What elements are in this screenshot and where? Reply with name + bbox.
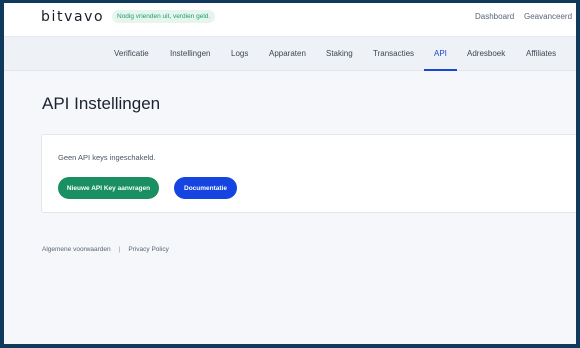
documentation-button[interactable]: Documentatie bbox=[174, 177, 237, 199]
top-bar: bitvavo Nodig vrienden uit, verdien geld… bbox=[4, 3, 576, 37]
tab-staking[interactable]: Staking bbox=[326, 37, 353, 71]
tab-logs[interactable]: Logs bbox=[231, 37, 248, 71]
tab-transacties[interactable]: Transacties bbox=[373, 37, 414, 71]
advanced-link[interactable]: Geavanceerd bbox=[524, 12, 572, 21]
tab-instellingen[interactable]: Instellingen bbox=[170, 37, 210, 71]
tab-api[interactable]: API bbox=[424, 37, 457, 71]
footer-separator: | bbox=[118, 246, 121, 253]
tab-affiliates[interactable]: Affiliates bbox=[526, 37, 556, 71]
terms-link[interactable]: Algemene voorwaarden bbox=[42, 246, 111, 253]
footer-links: Algemene voorwaarden | Privacy Policy bbox=[42, 246, 169, 253]
bitvavo-logo[interactable]: bitvavo bbox=[41, 9, 104, 25]
page-title: API Instellingen bbox=[42, 94, 161, 113]
tab-verificatie[interactable]: Verificatie bbox=[114, 37, 149, 71]
no-api-keys-message: Geen API keys ingeschakeld. bbox=[58, 153, 156, 162]
referral-promo-badge[interactable]: Nodig vrienden uit, verdien geld. bbox=[112, 10, 216, 23]
browser-frame: bitvavo Nodig vrienden uit, verdien geld… bbox=[4, 3, 576, 344]
privacy-policy-link[interactable]: Privacy Policy bbox=[128, 246, 168, 253]
tab-apparaten[interactable]: Apparaten bbox=[269, 37, 306, 71]
settings-subnav: Verificatie Instellingen Logs Apparaten … bbox=[4, 37, 576, 71]
tab-adresboek[interactable]: Adresboek bbox=[467, 37, 505, 71]
dashboard-link[interactable]: Dashboard bbox=[475, 12, 514, 21]
api-keys-card: Geen API keys ingeschakeld. Nieuwe API K… bbox=[41, 134, 576, 213]
new-api-key-button[interactable]: Nieuwe API Key aanvragen bbox=[58, 177, 159, 199]
